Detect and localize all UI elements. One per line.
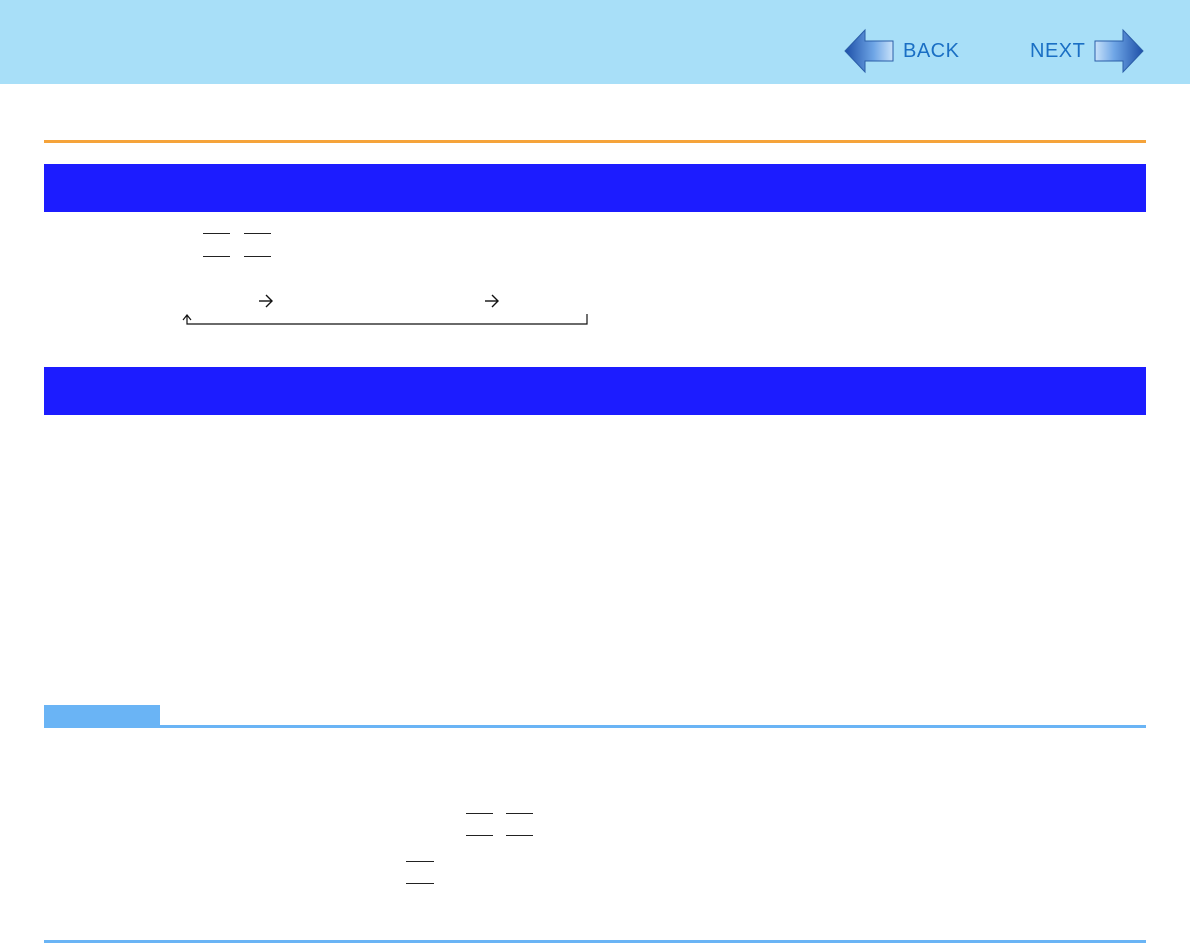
next-arrow-icon bbox=[1093, 28, 1145, 74]
back-label: BACK bbox=[903, 39, 960, 62]
title-rule bbox=[44, 140, 1146, 143]
section-header-bar bbox=[44, 164, 1146, 212]
header-bar: BACK NEXT bbox=[0, 0, 1190, 84]
keycap-underline bbox=[406, 883, 434, 884]
keycap-underline bbox=[203, 256, 230, 257]
section-header-bar bbox=[44, 367, 1146, 415]
right-arrow-icon bbox=[484, 294, 500, 308]
right-arrow-icon bbox=[258, 294, 274, 308]
keycap-underline bbox=[203, 233, 230, 234]
note-tab bbox=[44, 705, 160, 727]
next-button[interactable]: NEXT bbox=[1030, 28, 1145, 74]
next-label: NEXT bbox=[1030, 39, 1086, 62]
keycap-underline bbox=[506, 835, 533, 836]
loop-arrow-icon bbox=[181, 312, 591, 328]
keycap-underline bbox=[466, 835, 493, 836]
footer-rule bbox=[44, 940, 1146, 943]
keycap-underline bbox=[406, 861, 434, 862]
keycap-underline bbox=[466, 813, 493, 814]
keycap-underline bbox=[506, 813, 533, 814]
note-rule bbox=[44, 725, 1146, 728]
keycap-underline bbox=[244, 256, 271, 257]
back-arrow-icon bbox=[843, 28, 895, 74]
keycap-underline bbox=[244, 233, 271, 234]
back-button[interactable]: BACK bbox=[843, 28, 959, 74]
